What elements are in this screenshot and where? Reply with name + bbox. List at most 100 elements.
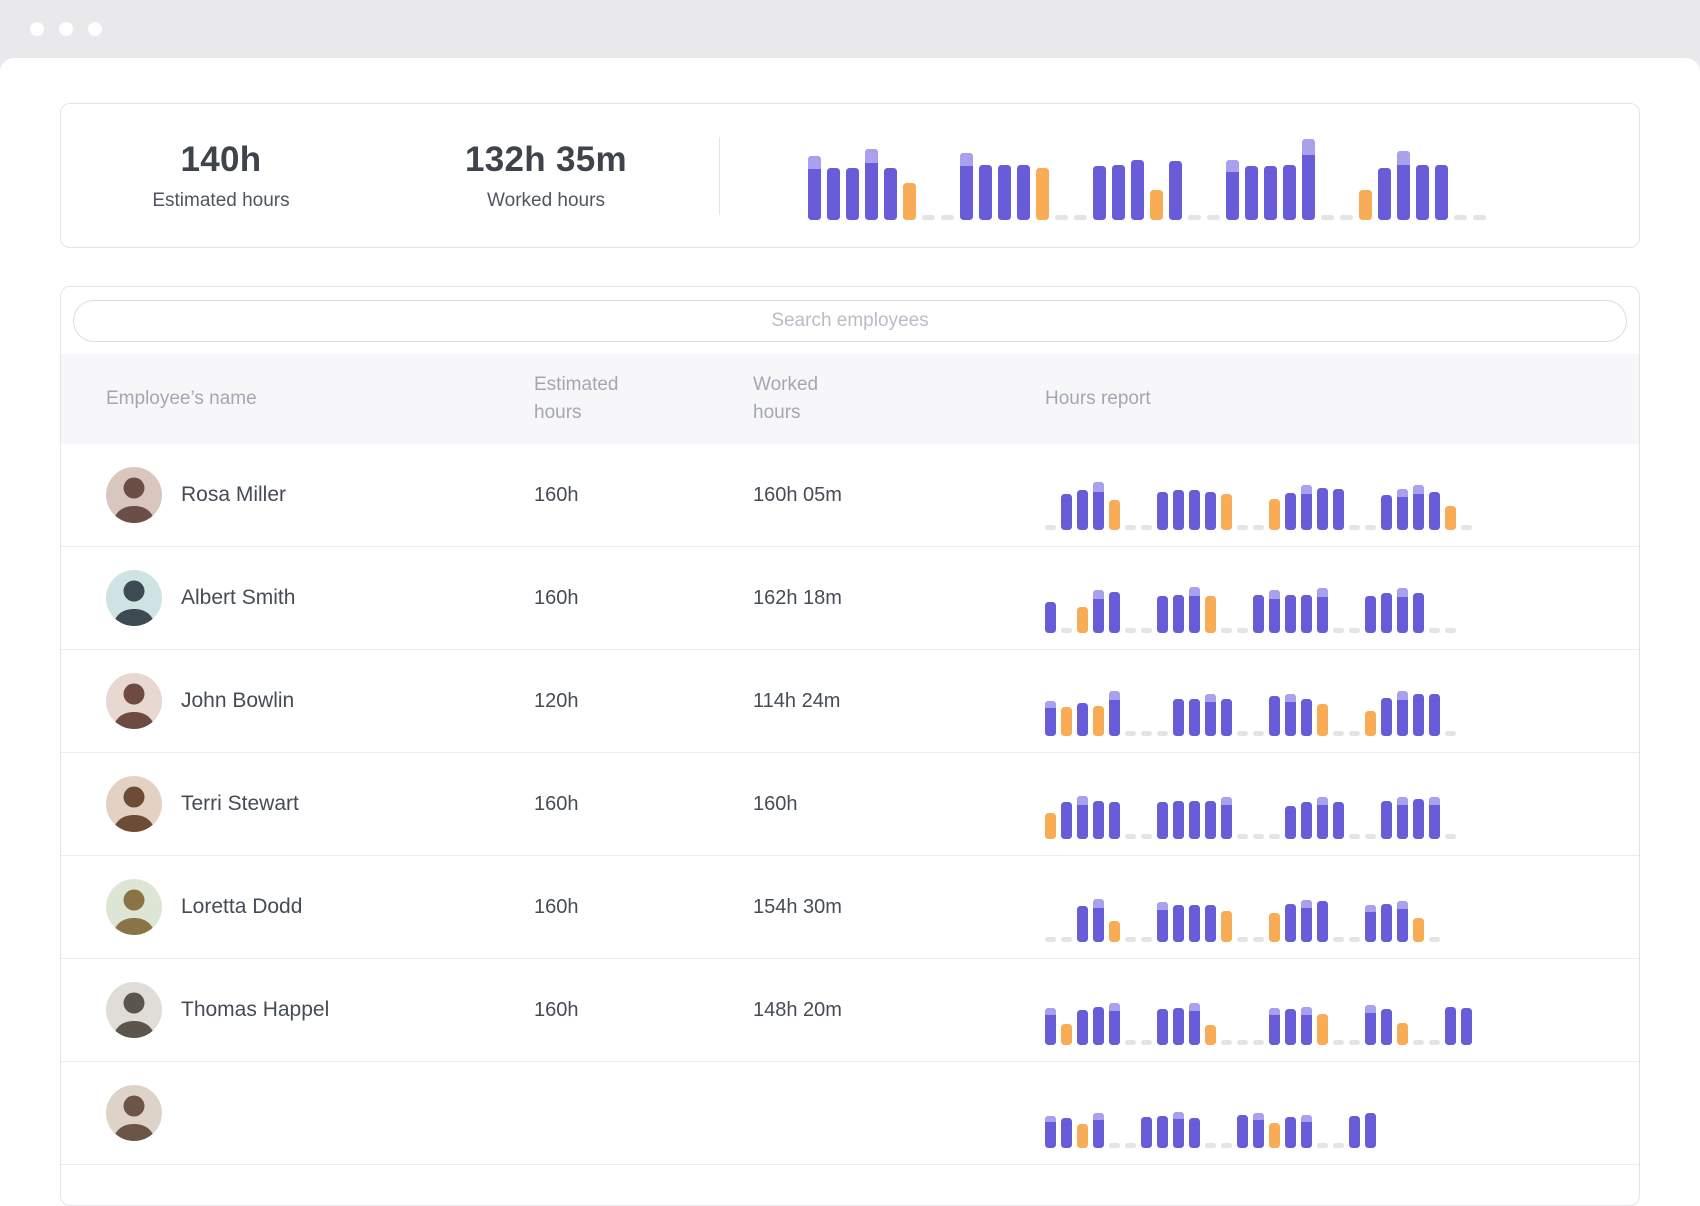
chart-empty-day: [1141, 731, 1152, 736]
chart-bar: [1109, 921, 1120, 942]
chart-bar: [1045, 813, 1056, 839]
chart-empty-day: [1445, 628, 1456, 633]
chart-bar: [1093, 1007, 1104, 1045]
chart-bar: [1365, 1113, 1376, 1148]
chart-bar: [1109, 802, 1120, 839]
summary-hours-chart[interactable]: [808, 136, 1486, 220]
column-header-estimated: Estimated hours: [534, 371, 634, 426]
avatar: [106, 673, 162, 729]
chart-bar: [1413, 485, 1424, 530]
table-row[interactable]: Terri Stewart 160h 160h: [61, 753, 1639, 856]
chart-bar: [1445, 1007, 1456, 1045]
chart-empty-day: [1207, 215, 1220, 220]
chart-empty-day: [1125, 1040, 1136, 1045]
chart-bar: [1157, 1009, 1168, 1045]
table-row[interactable]: Albert Smith 160h 162h 18m: [61, 547, 1639, 650]
row-hours-chart[interactable]: [1045, 571, 1456, 633]
chart-bar: [1429, 797, 1440, 839]
chart-bar: [1061, 1118, 1072, 1148]
employee-name: Albert Smith: [181, 586, 295, 610]
worked-hours-label: Worked hours: [381, 190, 711, 212]
chart-empty-day: [1253, 937, 1264, 942]
table-row[interactable]: John Bowlin 120h 114h 24m: [61, 650, 1639, 753]
chart-bar: [1061, 802, 1072, 839]
chart-bar: [1093, 899, 1104, 942]
table-row[interactable]: Loretta Dodd 160h 154h 30m: [61, 856, 1639, 959]
chart-bar: [1189, 1003, 1200, 1045]
column-header-worked: Worked hours: [753, 371, 853, 426]
chart-bar: [1226, 160, 1239, 220]
chart-bar: [1317, 1014, 1328, 1045]
chart-bar: [1445, 506, 1456, 530]
chart-bar: [1045, 701, 1056, 736]
chart-empty-day: [1055, 215, 1068, 220]
summary-card: 140h Estimated hours 132h 35m Worked hou…: [60, 103, 1640, 248]
chart-bar: [979, 165, 992, 220]
chart-bar: [1285, 595, 1296, 633]
chart-bar: [1413, 593, 1424, 633]
row-hours-chart[interactable]: [1045, 880, 1440, 942]
row-hours-chart[interactable]: [1045, 468, 1472, 530]
chart-empty-day: [1349, 1040, 1360, 1045]
chart-bar: [1189, 587, 1200, 633]
chart-bar: [1173, 801, 1184, 839]
chart-bar: [1045, 1008, 1056, 1045]
table-row[interactable]: [61, 1062, 1639, 1165]
chart-empty-day: [1074, 215, 1087, 220]
chart-empty-day: [1141, 834, 1152, 839]
chart-bar: [1189, 699, 1200, 736]
chart-bar: [1150, 190, 1163, 220]
chart-bar: [1036, 168, 1049, 220]
employee-name: Rosa Miller: [181, 483, 286, 507]
chart-bar: [1109, 1003, 1120, 1045]
chart-bar: [1205, 492, 1216, 530]
app-window: 140h Estimated hours 132h 35m Worked hou…: [0, 58, 1700, 1206]
estimated-cell: 160h: [534, 999, 753, 1022]
chart-bar: [960, 153, 973, 220]
row-hours-chart[interactable]: [1045, 1086, 1376, 1148]
chart-bar: [1397, 691, 1408, 736]
chart-bar: [1381, 593, 1392, 633]
chart-bar: [1269, 590, 1280, 633]
chart-empty-day: [922, 215, 935, 220]
chart-bar: [1189, 490, 1200, 530]
search-input[interactable]: [73, 300, 1627, 342]
chart-empty-day: [1188, 215, 1201, 220]
chart-empty-day: [941, 215, 954, 220]
row-hours-chart[interactable]: [1045, 674, 1456, 736]
estimated-cell: 160h: [534, 587, 753, 610]
chart-bar: [1317, 704, 1328, 736]
chart-bar: [1061, 494, 1072, 530]
chart-empty-day: [1321, 215, 1334, 220]
employee-name: Terri Stewart: [181, 792, 299, 816]
chart-empty-day: [1253, 1040, 1264, 1045]
column-header-hours-report: Hours report: [1045, 385, 1594, 413]
table-row[interactable]: Thomas Happel 160h 148h 20m: [61, 959, 1639, 1062]
window-dot[interactable]: [59, 22, 73, 36]
chart-bar: [1269, 1123, 1280, 1148]
avatar: [106, 776, 162, 832]
table-row[interactable]: Rosa Miller 160h 160h 05m: [61, 444, 1639, 547]
chart-empty-day: [1349, 731, 1360, 736]
chart-bar: [1285, 904, 1296, 942]
window-dot[interactable]: [88, 22, 102, 36]
employees-table-card: Employee’s name Estimated hours Worked h…: [60, 286, 1640, 1206]
chart-bar: [1302, 139, 1315, 220]
row-hours-chart[interactable]: [1045, 983, 1472, 1045]
worked-hours-value: 132h 35m: [381, 140, 711, 180]
chart-bar: [1285, 493, 1296, 530]
worked-cell: 154h 30m: [753, 896, 1045, 919]
chart-empty-day: [1237, 937, 1248, 942]
chart-bar: [1077, 607, 1088, 633]
chart-bar: [1264, 166, 1277, 220]
chart-bar: [1269, 499, 1280, 530]
row-hours-chart[interactable]: [1045, 777, 1456, 839]
chart-bar: [903, 183, 916, 220]
worked-hours-metric: 132h 35m Worked hours: [381, 140, 711, 212]
window-dot[interactable]: [30, 22, 44, 36]
chart-empty-day: [1061, 628, 1072, 633]
chart-bar: [884, 168, 897, 220]
chart-bar: [1317, 488, 1328, 530]
chart-bar: [1205, 1025, 1216, 1045]
chart-bar: [1317, 588, 1328, 633]
